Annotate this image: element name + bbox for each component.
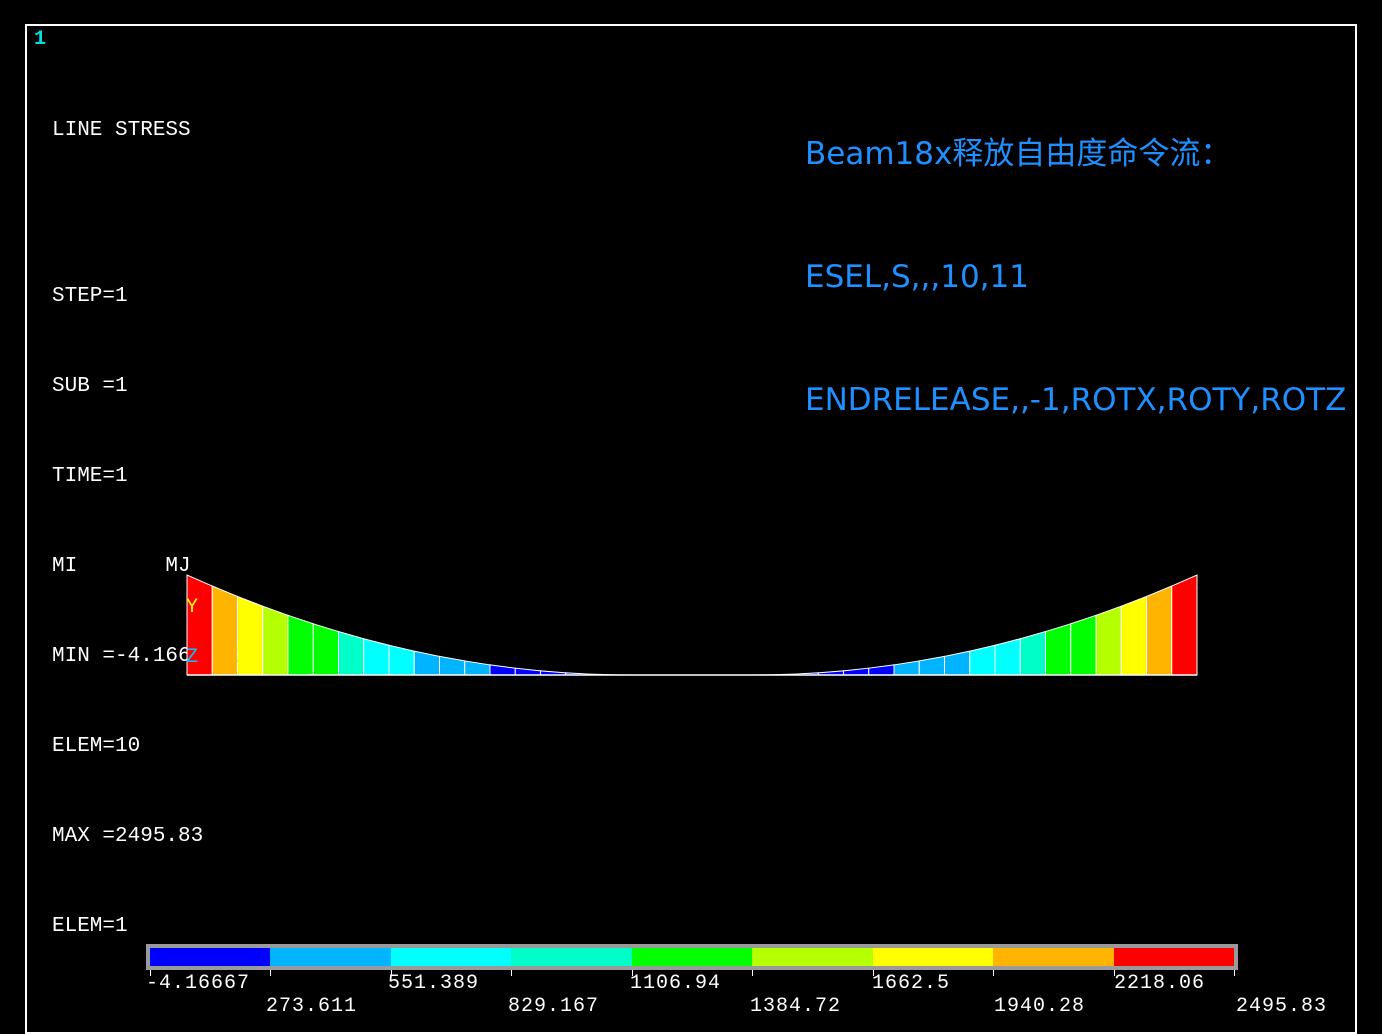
stress-strip [212,586,237,675]
stress-strip [1046,624,1071,675]
legend-tick [511,970,512,976]
legend-label: 1662.5 [872,972,950,995]
legend-label: 1106.94 [630,972,721,995]
stress-strip [945,651,970,675]
triad-x-label: X [236,646,248,669]
legend-swatch [632,948,753,966]
legend-tick [1114,970,1115,976]
legend-tick [752,970,753,976]
legend-tick [632,970,633,976]
legend-label: 2218.06 [1114,972,1205,995]
stress-strip [288,615,313,675]
legend-label: 551.389 [388,972,479,995]
stress-strip [1071,615,1096,675]
legend-swatch [511,948,632,966]
legend-label: 1384.72 [750,995,841,1018]
stress-strip [970,645,995,675]
legend-tick [391,970,392,976]
legend-swatch [1114,948,1235,966]
stress-strip [995,639,1020,675]
legend-swatch [150,948,271,966]
legend-label: 273.611 [266,995,357,1018]
stress-strip [313,624,338,675]
stress-strip [364,639,389,675]
legend-swatch [873,948,994,966]
legend-tick [1234,970,1235,976]
triad-z-label: Z [186,646,198,669]
legend-tick [993,970,994,976]
legend-label: 2495.83 [1236,995,1327,1018]
stress-strip [414,651,439,675]
stress-strip [894,661,919,675]
stress-strip [339,632,364,675]
stress-strip [263,606,288,675]
stress-strip [1172,575,1197,675]
stress-strip [389,645,414,675]
contour-legend-bar [146,944,1238,970]
legend-label: 1940.28 [994,995,1085,1018]
legend-label: 829.167 [508,995,599,1018]
stress-strip [440,656,465,675]
stress-strip [1096,606,1121,675]
legend-tick [150,970,151,976]
stress-strip [919,656,944,675]
triad-y-label: Y [186,596,198,619]
legend-tick [270,970,271,976]
stress-strip [1147,586,1172,675]
stress-strip [490,665,515,675]
stress-strip [1121,596,1146,675]
legend-swatch [391,948,512,966]
line-stress-plot [0,0,1382,1020]
legend-swatch [752,948,873,966]
stress-strip [844,668,869,675]
stress-strip [515,668,540,675]
stress-strip [465,661,490,675]
legend-swatch [270,948,391,966]
stress-strip [1020,632,1045,675]
stress-strip [869,665,894,675]
legend-swatch [993,948,1114,966]
legend-label: -4.16667 [146,972,250,995]
legend-tick [873,970,874,976]
